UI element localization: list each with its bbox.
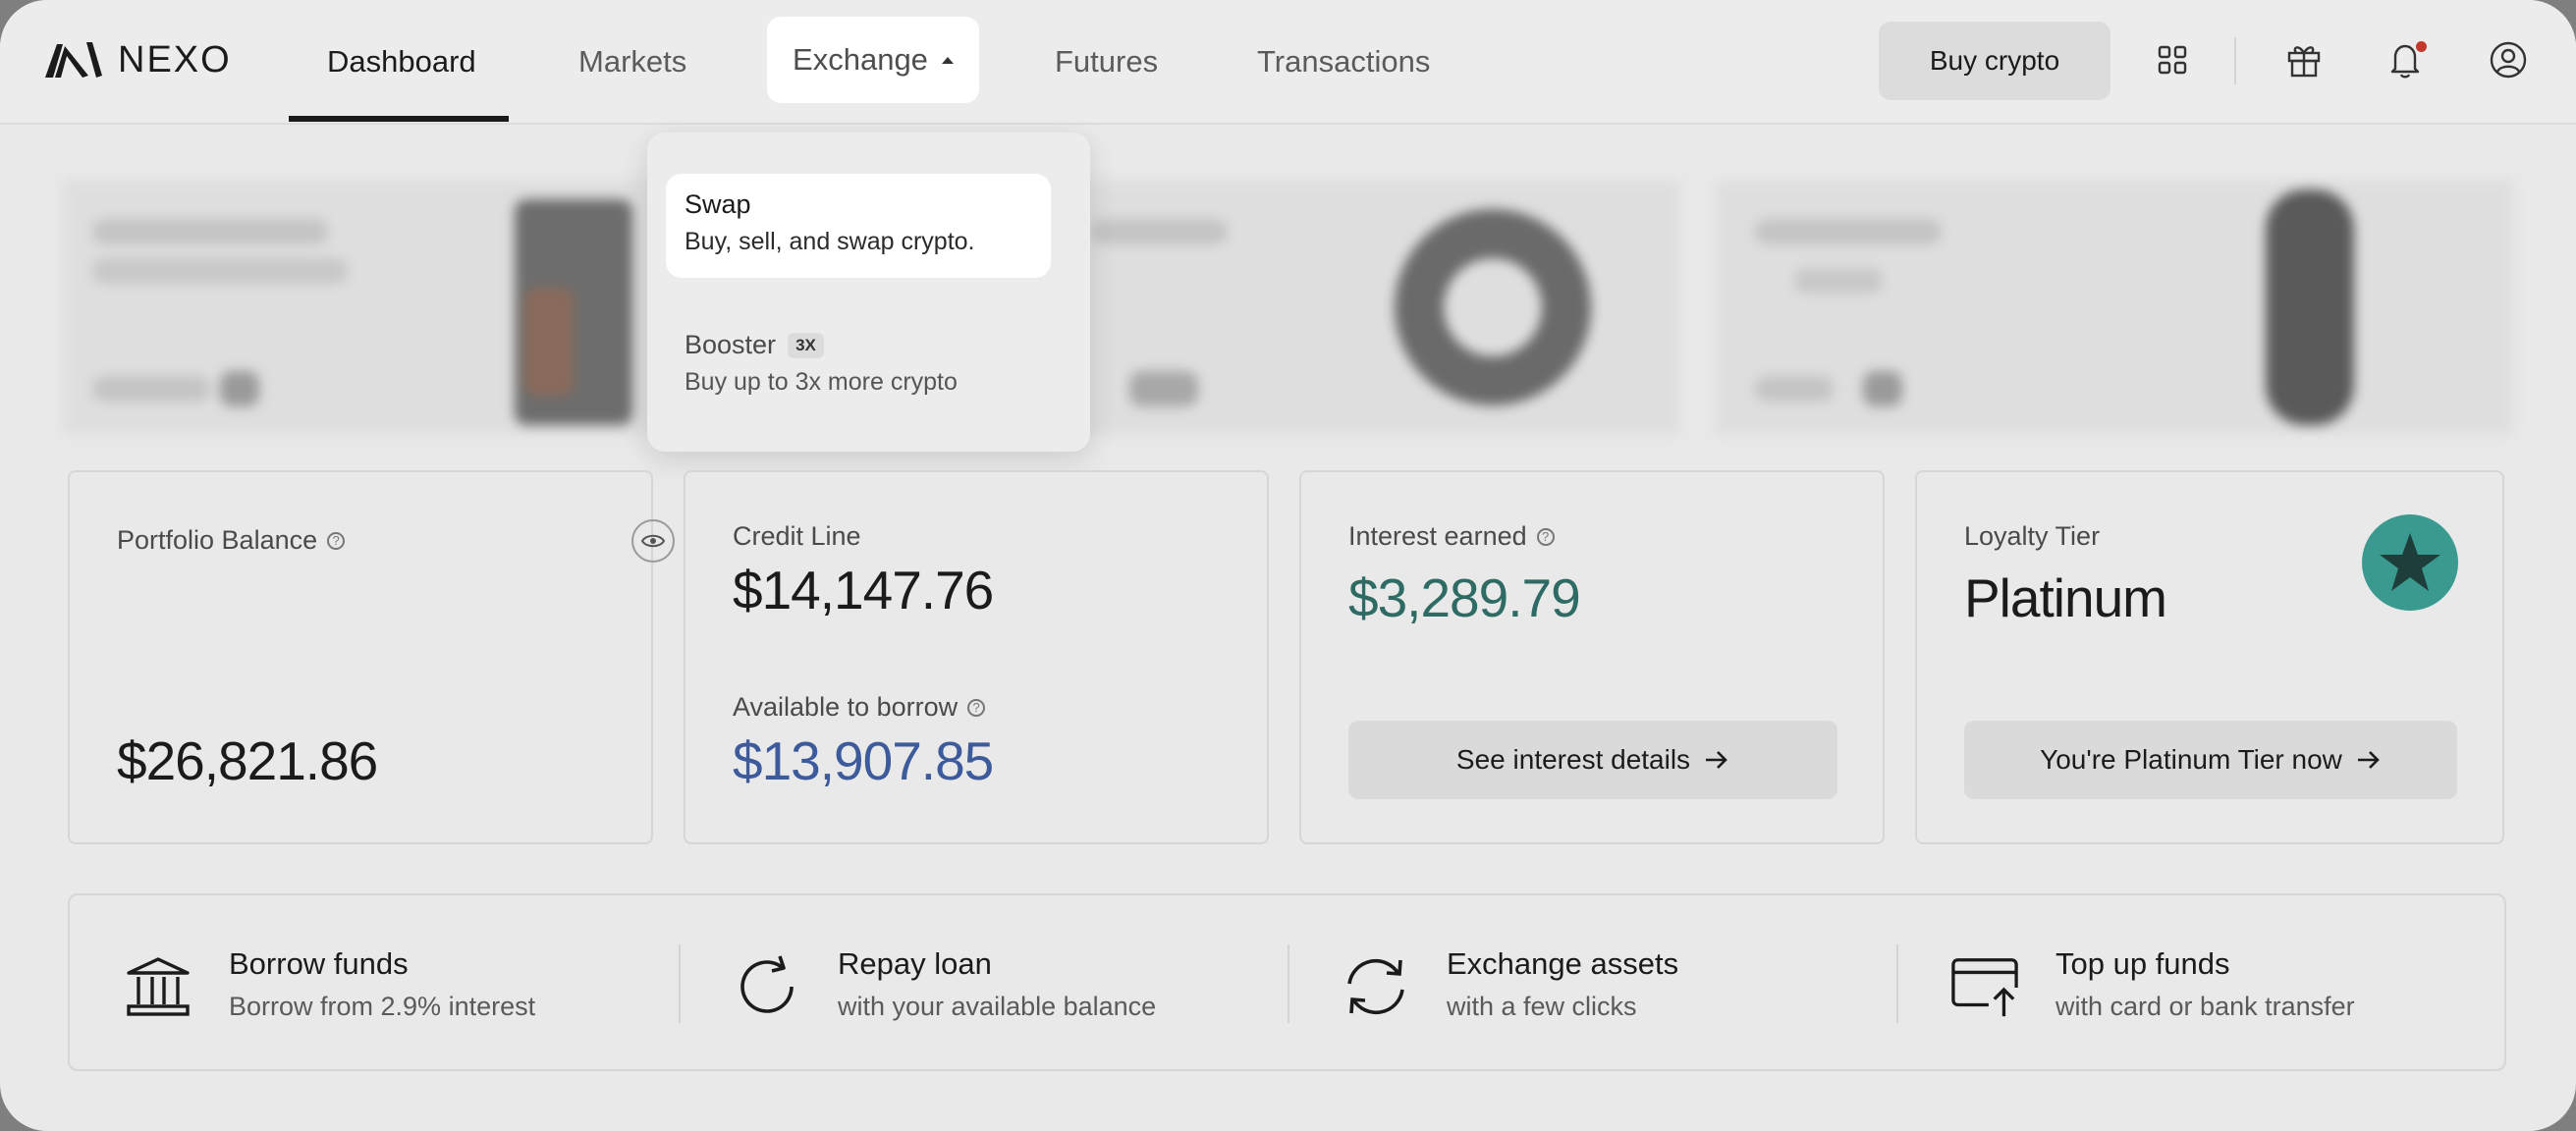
menu-item-subtitle: Buy, sell, and swap crypto. <box>685 228 975 255</box>
nexo-logo[interactable]: NEXO <box>43 39 232 81</box>
notification-dot <box>2416 41 2427 52</box>
apps-grid-icon[interactable] <box>2150 37 2195 82</box>
action-subtitle: with a few clicks <box>1447 992 1637 1021</box>
credit-line-value: $14,147.76 <box>733 560 994 620</box>
action-title: Borrow funds <box>229 946 409 981</box>
action-exchange-assets[interactable]: Exchange assets with a few clicks <box>1288 895 1896 1073</box>
card-label: Credit Line <box>733 521 861 551</box>
nav-markets[interactable]: Markets <box>578 0 686 123</box>
portfolio-balance-card: Portfolio Balance ? $26,821.86 <box>68 470 675 844</box>
card-label: Portfolio Balance ? <box>117 525 346 556</box>
top-navigation-bar: NEXO Dashboard Markets Exchange Futures … <box>0 0 2576 125</box>
menu-item-title: Booster 3X <box>685 330 824 360</box>
card-label: Interest earned ? <box>1348 521 1555 552</box>
nav-exchange[interactable]: Exchange <box>767 17 979 103</box>
credit-line-card: Credit Line $14,147.76 Available to borr… <box>684 470 1269 844</box>
interest-earned-card: Interest earned ? $3,289.79 See interest… <box>1299 470 1885 844</box>
menu-item-booster[interactable]: Booster 3X Buy up to 3x more crypto <box>666 314 1051 418</box>
action-subtitle: with card or bank transfer <box>2055 992 2355 1021</box>
arrow-right-icon <box>1706 751 1727 769</box>
promo-banner[interactable] <box>1080 180 1679 435</box>
platinum-star-icon <box>2362 514 2458 611</box>
nav-transactions[interactable]: Transactions <box>1257 0 1430 123</box>
action-title: Top up funds <box>2055 946 2230 981</box>
quick-actions-bar: Borrow funds Borrow from 2.9% interest R… <box>68 893 2506 1071</box>
button-label: You're Platinum Tier now <box>2040 744 2342 775</box>
logo-mark-icon <box>45 42 102 78</box>
action-top-up-funds[interactable]: Top up funds with card or bank transfer <box>1896 895 2505 1073</box>
see-interest-details-button[interactable]: See interest details <box>1348 721 1837 799</box>
action-subtitle: Borrow from 2.9% interest <box>229 992 536 1021</box>
card-topup-icon <box>1950 952 2019 1021</box>
user-icon[interactable] <box>2486 37 2531 82</box>
action-subtitle: with your available balance <box>838 992 1157 1021</box>
promo-banner[interactable] <box>1716 180 2513 435</box>
card-label: Loyalty Tier <box>1964 521 2101 551</box>
exchange-icon <box>1342 952 1410 1021</box>
help-icon[interactable]: ? <box>1536 527 1555 546</box>
buy-crypto-button[interactable]: Buy crypto <box>1879 22 2110 100</box>
nav-futures[interactable]: Futures <box>1055 0 1158 123</box>
exchange-dropdown-menu: Swap Buy, sell, and swap crypto. Booster… <box>647 133 1090 452</box>
interest-value: $3,289.79 <box>1348 567 1581 628</box>
bank-icon <box>124 952 192 1021</box>
help-icon[interactable]: ? <box>327 531 346 550</box>
card-label: Available to borrow ? <box>733 692 986 723</box>
action-title: Exchange assets <box>1447 946 1679 981</box>
button-label: See interest details <box>1455 744 1691 775</box>
refresh-icon <box>733 952 801 1021</box>
eye-icon[interactable] <box>631 519 675 563</box>
menu-item-swap[interactable]: Swap Buy, sell, and swap crypto. <box>666 174 1051 278</box>
caret-up-icon <box>941 56 954 64</box>
action-title: Repay loan <box>838 946 992 981</box>
promo-banner[interactable] <box>63 180 652 435</box>
menu-item-subtitle: Buy up to 3x more crypto <box>685 368 958 396</box>
arrow-right-icon <box>2357 751 2380 769</box>
active-tab-underline <box>289 116 509 122</box>
menu-item-title: Swap <box>685 189 751 219</box>
booster-badge: 3X <box>788 332 824 358</box>
header-divider <box>2234 37 2236 84</box>
app-window: NEXO Dashboard Markets Exchange Futures … <box>0 0 2576 1131</box>
nav-dashboard[interactable]: Dashboard <box>327 0 476 123</box>
portfolio-value: $26,821.86 <box>117 730 378 791</box>
available-to-borrow-value: $13,907.85 <box>733 730 994 791</box>
action-repay-loan[interactable]: Repay loan with your available balance <box>679 895 1288 1073</box>
nav-exchange-label: Exchange <box>793 42 928 77</box>
help-icon[interactable]: ? <box>967 698 986 717</box>
platinum-tier-button[interactable]: You're Platinum Tier now <box>1964 721 2457 799</box>
action-borrow-funds[interactable]: Borrow funds Borrow from 2.9% interest <box>70 895 679 1073</box>
loyalty-tier-value: Platinum <box>1964 567 2167 628</box>
brand-name: NEXO <box>118 38 232 81</box>
gift-icon[interactable] <box>2281 37 2327 82</box>
